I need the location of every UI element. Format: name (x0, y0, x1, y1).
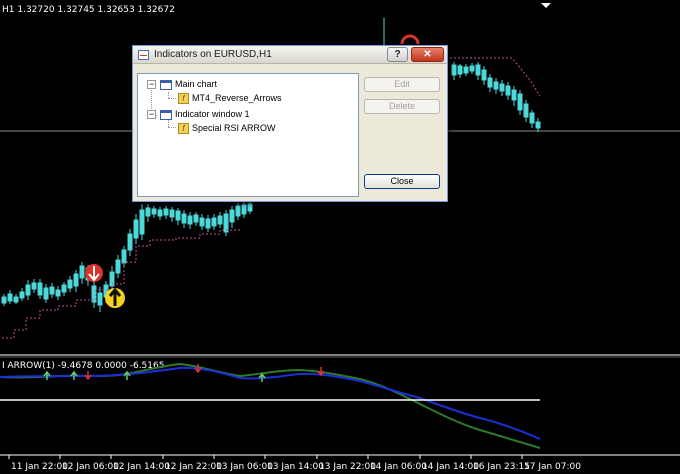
time-axis: 11 Jan 22:00 12 Jan 06:00 12 Jan 14:00 1… (8, 455, 581, 472)
collapse-main-chart-icon[interactable]: − (147, 80, 156, 89)
indicator-tree[interactable]: − Main chart f MT4_Reverse_Arrows − Indic… (137, 73, 359, 197)
tree-node-label: Main chart (175, 79, 218, 89)
time-axis-label: 17 Jan 07:00 (524, 462, 581, 472)
time-axis-label: 12 Jan 06:00 (62, 462, 119, 472)
time-axis-label: 12 Jan 14:00 (113, 462, 170, 472)
tree-node-label: Indicator window 1 (175, 109, 250, 119)
chart-window-icon (160, 79, 172, 90)
reverse-arrow-down (85, 264, 103, 282)
time-axis-label: 13 Jan 22:00 (319, 462, 376, 472)
time-axis-label: 14 Jan 06:00 (370, 462, 427, 472)
close-icon: ✕ (423, 49, 432, 60)
main-candles-left (1, 201, 253, 312)
collapse-indicator-window-icon[interactable]: − (147, 110, 156, 119)
tree-node-main-chart[interactable]: Main chart (160, 77, 217, 91)
close-button[interactable]: Close (364, 174, 440, 189)
time-axis-label: 16 Jan 23:15 (473, 462, 530, 472)
dialog-titlebar[interactable]: Indicators on EURUSD,H1 ? ✕ (133, 46, 447, 64)
indicator-icon: f (178, 123, 189, 135)
indicators-dialog: Indicators on EURUSD,H1 ? ✕ − Main chart… (132, 45, 448, 202)
tree-node-mt4-reverse-arrows[interactable]: f MT4_Reverse_Arrows (178, 91, 282, 105)
reverse-arrow-up (105, 287, 125, 308)
indicator-icon: f (178, 93, 189, 105)
reverse-arrow-down-partial (400, 34, 420, 45)
tree-node-special-rsi-arrow[interactable]: f Special RSI ARROW (178, 121, 276, 135)
edit-button[interactable]: Edit (364, 77, 440, 92)
tree-node-label: MT4_Reverse_Arrows (192, 93, 282, 103)
help-button[interactable]: ? (387, 47, 408, 62)
time-axis-label: 14 Jan 14:00 (422, 462, 479, 472)
time-axis-label: 13 Jan 06:00 (216, 462, 273, 472)
time-axis-label: 11 Jan 22:00 (11, 462, 68, 472)
main-chart-header: H1 1.32720 1.32745 1.32653 1.32672 (2, 5, 175, 15)
indicators-window-icon (138, 50, 149, 60)
close-window-button[interactable]: ✕ (411, 47, 444, 62)
indicator-window-header: I ARROW(1) -9.4678 0.0000 -6.5165 (2, 361, 164, 371)
delete-button[interactable]: Delete (364, 99, 440, 114)
tree-node-indicator-window-1[interactable]: Indicator window 1 (160, 107, 250, 121)
chart-scroll-marker (541, 3, 551, 8)
tree-node-label: Special RSI ARROW (192, 123, 276, 133)
main-trail-line-right (450, 57, 541, 97)
time-axis-label: 13 Jan 14:00 (267, 462, 324, 472)
chart-window-icon (160, 109, 172, 120)
dialog-title: Indicators on EURUSD,H1 (154, 49, 272, 60)
rsi-fast-line (0, 366, 541, 440)
time-axis-label: 12 Jan 22:00 (165, 462, 222, 472)
